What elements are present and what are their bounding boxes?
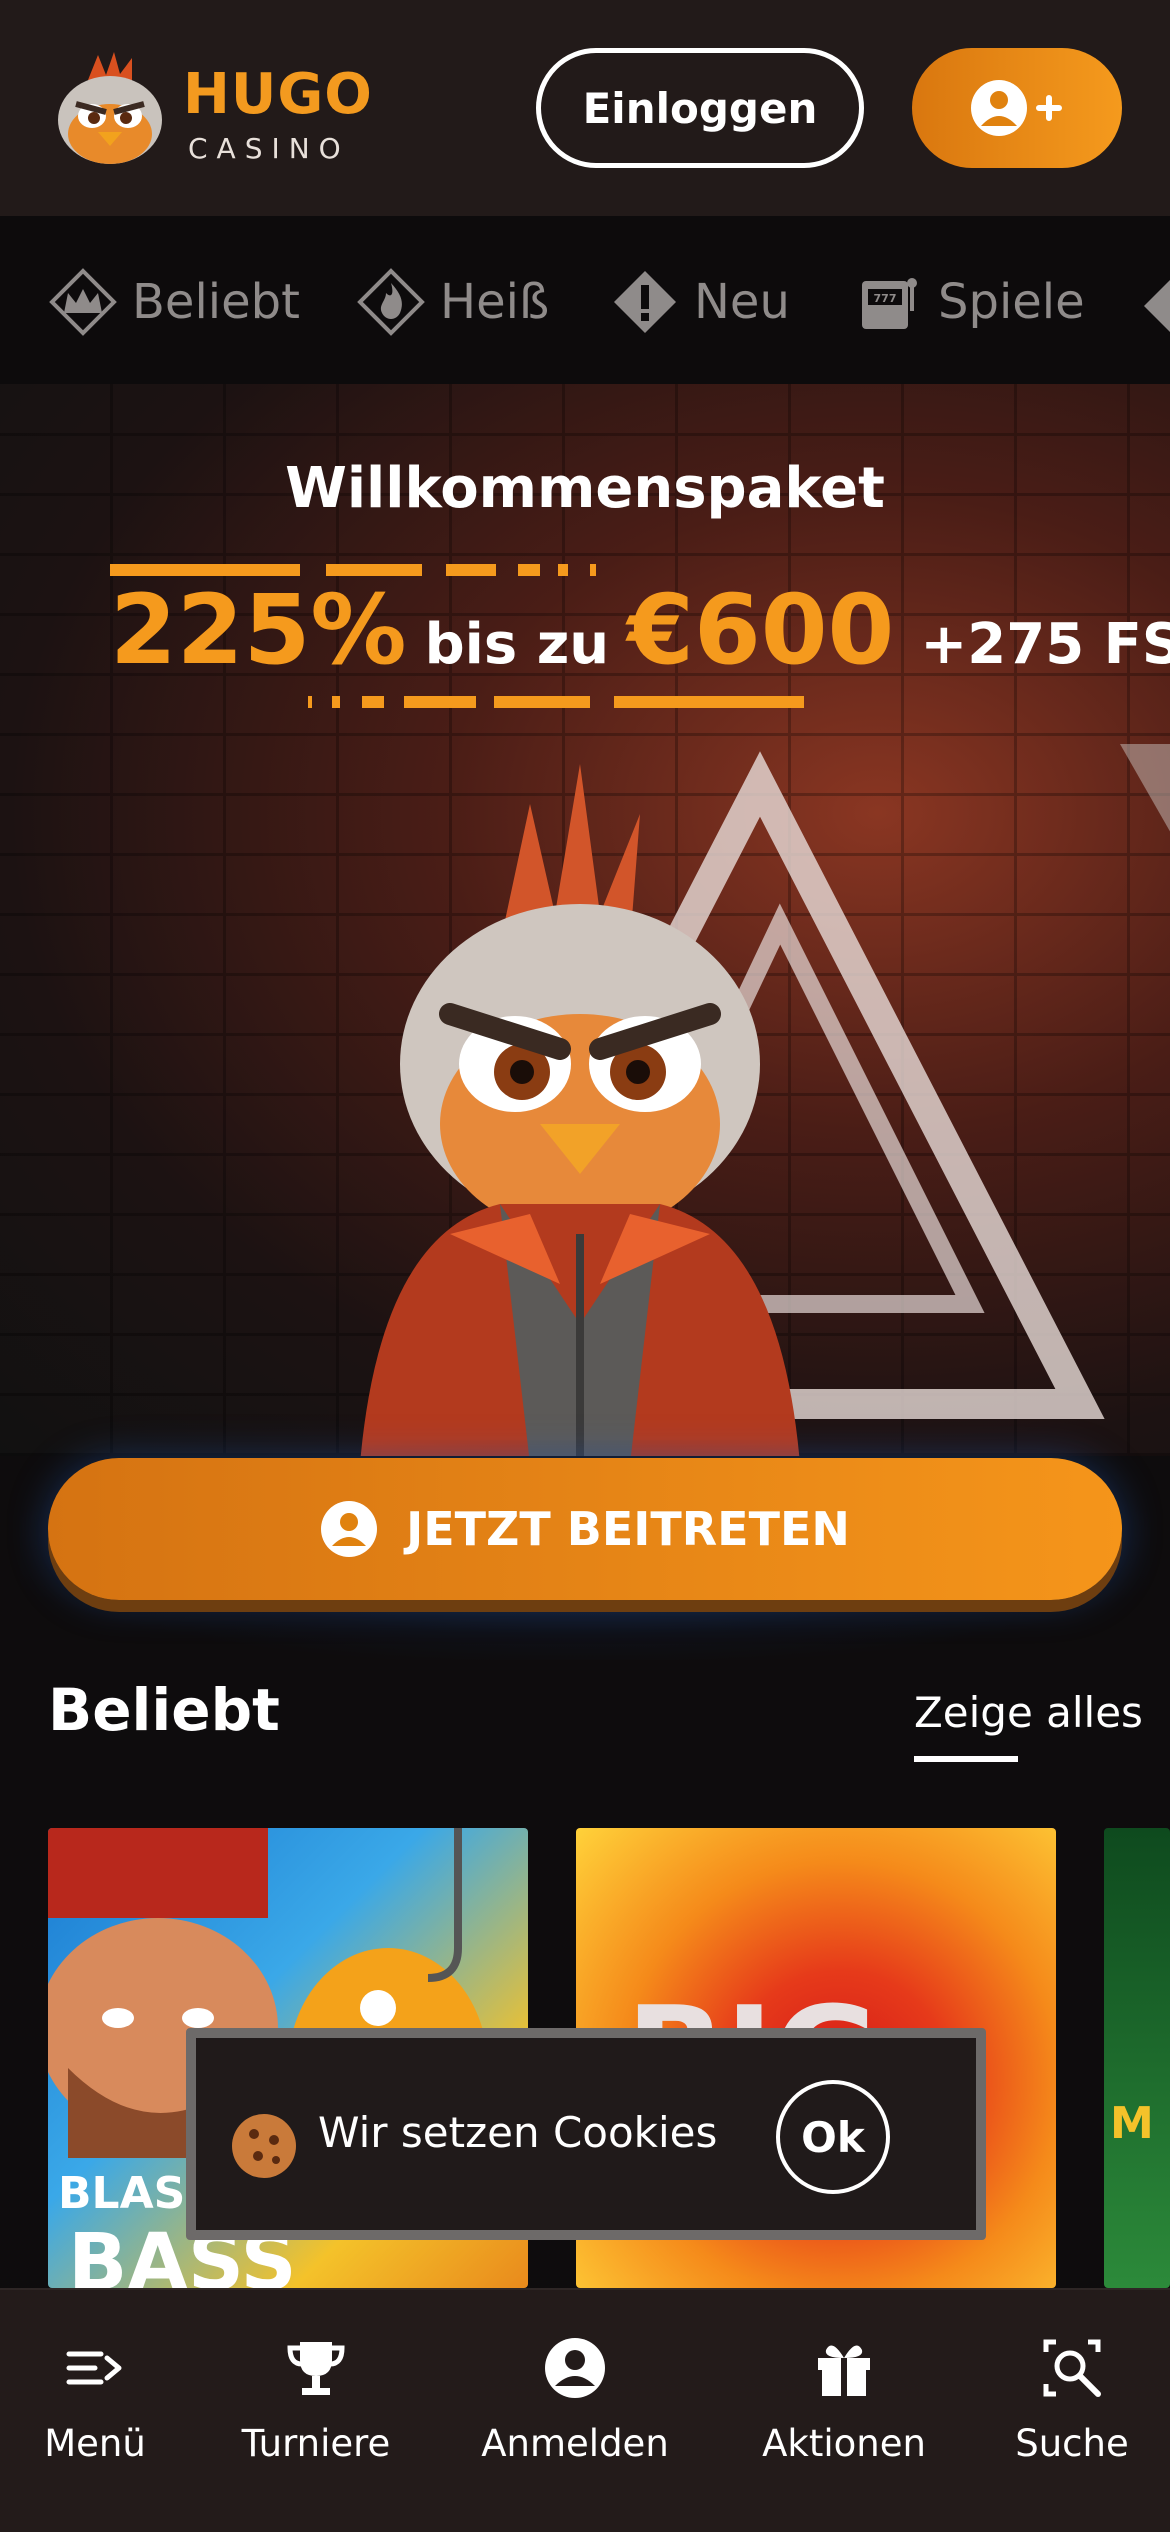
- hero-title: Willkommenspaket: [285, 456, 885, 521]
- show-all-underline: [914, 1756, 1018, 1762]
- tab-register[interactable]: Anmelden: [481, 2336, 669, 2465]
- cookie-icon: [232, 2114, 296, 2178]
- category-nav: Beliebt Heiß Neu 777 Spiele: [0, 216, 1170, 384]
- category-neu[interactable]: Neu: [610, 262, 790, 342]
- category-beliebt[interactable]: Beliebt: [48, 262, 300, 342]
- offer-percent: 225%: [110, 574, 407, 686]
- cookie-text: Wir setzen Cookies: [318, 2108, 718, 2157]
- tab-promotions[interactable]: Aktionen: [762, 2336, 926, 2465]
- tab-label: Menü: [44, 2422, 146, 2465]
- hero-dashes-bottom: [308, 696, 804, 708]
- header: HUGO CASINO Einloggen: [0, 0, 1170, 216]
- tab-tournaments[interactable]: Turniere: [236, 2336, 396, 2465]
- crown-icon: [49, 268, 117, 336]
- tab-label: Suche: [1015, 2422, 1129, 2465]
- tab-menu[interactable]: Menü: [40, 2336, 150, 2465]
- slot-machine-icon: 777: [862, 278, 917, 329]
- tab-search[interactable]: Suche: [1012, 2336, 1132, 2465]
- user-icon: [545, 2338, 605, 2398]
- menu-icon: [66, 2351, 122, 2385]
- game-tile[interactable]: M: [1104, 1828, 1170, 2288]
- offer-free-spins: +275 FS: [920, 612, 1170, 677]
- tab-label: Anmelden: [481, 2422, 669, 2465]
- category-spiele[interactable]: 777 Spiele: [854, 262, 1085, 342]
- search-icon: [1043, 2339, 1101, 2397]
- section-title: Beliebt: [48, 1676, 280, 1744]
- cookie-ok-button[interactable]: Ok: [776, 2080, 890, 2194]
- logo-subtitle: CASINO: [188, 132, 350, 165]
- hero-banner[interactable]: Willkommenspaket 225% bis zu €600 +275 F…: [0, 384, 1170, 1456]
- join-now-button[interactable]: JETZT BEITRETEN: [48, 1458, 1122, 1600]
- game-label-top: M: [1110, 2098, 1154, 2149]
- logo[interactable]: HUGO CASINO: [48, 40, 372, 180]
- gift-icon: [818, 2345, 870, 2396]
- category-label: Heiß: [440, 274, 550, 330]
- cookie-banner: Wir setzen Cookies Ok: [186, 2028, 986, 2240]
- bottom-nav: Menü Turniere Anmelden Aktionen Suche: [0, 2288, 1170, 2532]
- offer-amount: €600: [627, 574, 895, 686]
- category-label: Beliebt: [132, 274, 300, 330]
- flame-icon: [357, 268, 425, 336]
- user-plus-icon: [971, 80, 1062, 136]
- login-button[interactable]: Einloggen: [536, 48, 864, 168]
- user-icon: [321, 1501, 378, 1557]
- hugo-bird-logo-icon: [58, 52, 162, 164]
- trophy-icon: [287, 2342, 345, 2395]
- tab-label: Turniere: [241, 2422, 391, 2465]
- logo-title: HUGO: [183, 62, 373, 127]
- svg-text:777: 777: [874, 292, 897, 305]
- tab-label: Aktionen: [762, 2422, 926, 2465]
- offer-middle-text: bis zu: [424, 612, 610, 677]
- category-label: Spiele: [938, 274, 1085, 330]
- more-category-icon: [1144, 280, 1170, 332]
- category-heiss[interactable]: Heiß: [356, 262, 549, 342]
- hugo-mascot-illustration: [360, 764, 800, 1456]
- join-now-label: JETZT BEITRETEN: [406, 1502, 850, 1556]
- show-all-link[interactable]: Zeige alles: [914, 1688, 1143, 1737]
- register-button[interactable]: [912, 48, 1122, 168]
- exclamation-icon: [614, 271, 676, 333]
- hero-offer: 225% bis zu €600 +275 FS: [110, 574, 1170, 694]
- game-label-top: BLAS: [58, 2168, 186, 2219]
- category-label: Neu: [694, 274, 790, 330]
